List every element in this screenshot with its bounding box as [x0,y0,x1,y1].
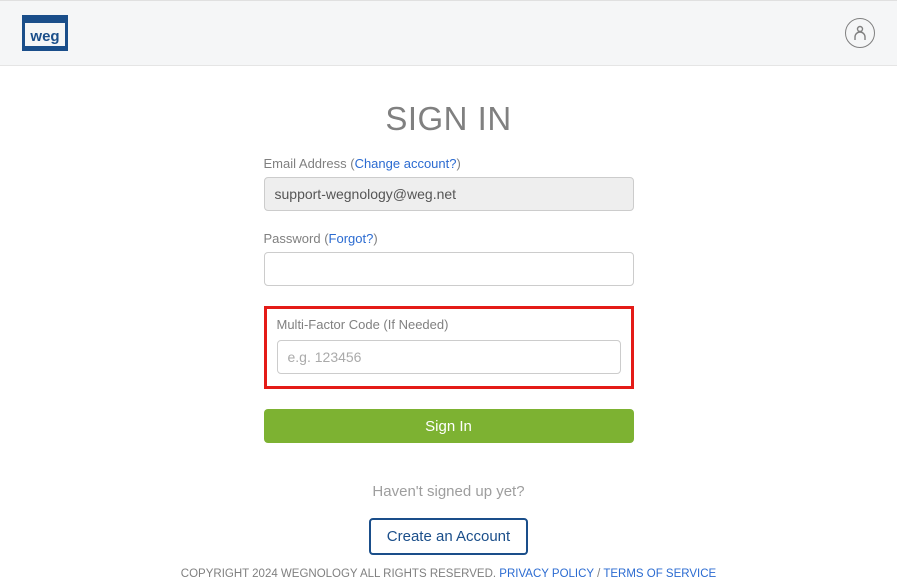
mfa-group-highlighted: Multi-Factor Code (If Needed) [264,306,634,389]
main-content: SIGN IN Email Address (Change account?) … [0,66,897,555]
mfa-code-input[interactable] [277,340,621,374]
user-menu-icon[interactable] [845,18,875,48]
change-account-link[interactable]: Change account? [355,156,457,171]
privacy-policy-link[interactable]: PRIVACY POLICY [499,568,594,580]
page-title: SIGN IN [385,100,511,138]
email-label: Email Address [264,156,347,171]
email-group: Email Address (Change account?) [264,156,634,211]
password-input[interactable] [264,252,634,286]
signup-prompt: Haven't signed up yet? [264,483,634,500]
signin-form: Email Address (Change account?) Password… [264,156,634,555]
password-label-row: Password (Forgot?) [264,231,634,246]
copyright-text: COPYRIGHT 2024 WEGNOLOGY ALL RIGHTS RESE… [181,568,496,580]
email-label-row: Email Address (Change account?) [264,156,634,171]
weg-logo[interactable]: weg [22,15,68,51]
signin-button[interactable]: Sign In [264,409,634,443]
password-group: Password (Forgot?) [264,231,634,286]
header-bar: weg [0,0,897,66]
svg-text:weg: weg [29,28,59,45]
footer: COPYRIGHT 2024 WEGNOLOGY ALL RIGHTS RESE… [0,568,897,580]
create-account-button[interactable]: Create an Account [369,518,528,555]
mfa-label: Multi-Factor Code (If Needed) [277,317,621,332]
forgot-password-link[interactable]: Forgot? [329,231,374,246]
password-label: Password [264,231,321,246]
email-input[interactable] [264,177,634,211]
terms-of-service-link[interactable]: TERMS OF SERVICE [603,568,716,580]
